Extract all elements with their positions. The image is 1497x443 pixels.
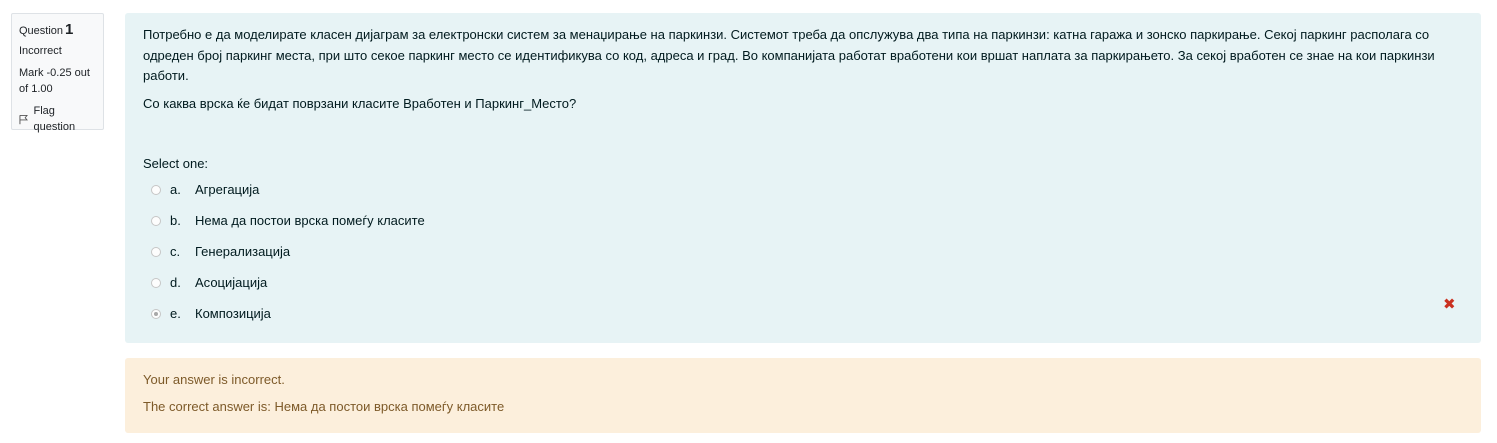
option-letter: c.: [170, 244, 181, 260]
answer-options: a. Агрегација b. Нема да постои врска по…: [151, 175, 425, 330]
option-letter: e.: [170, 306, 181, 322]
option-label: Асоцијација: [195, 275, 268, 291]
question-text-scenario: Потребно е да моделирате класен дијаграм…: [143, 27, 1435, 83]
flag-icon: [19, 114, 28, 124]
question-label: Question: [19, 25, 64, 37]
question-formulation: Потребно е да моделирате класен дијаграм…: [125, 13, 1481, 343]
flag-question-label: Flag question: [33, 105, 76, 133]
incorrect-feedback: Your answer is incorrect.: [143, 372, 285, 387]
radio-c[interactable]: [151, 246, 161, 257]
option-letter: d.: [170, 275, 181, 291]
option-letter: a.: [170, 182, 181, 198]
question-number: Question 1: [19, 22, 96, 39]
select-one-prompt: Select one:: [143, 156, 209, 171]
question-state: Incorrect: [19, 45, 62, 57]
option-label: Композиција: [195, 306, 271, 322]
radio-b[interactable]: [151, 215, 161, 226]
answer-option-e[interactable]: e. Композиција: [151, 299, 425, 330]
question-info-panel: Question 1 Incorrect Mark -0.25 out of 1.…: [11, 13, 104, 133]
question-text: Потребно е да моделирате класен дијаграм…: [143, 25, 1463, 114]
option-label: Агрегација: [195, 182, 260, 198]
option-label: Нема да постои врска помеѓу класите: [195, 213, 425, 229]
answer-option-b[interactable]: b. Нема да постои врска помеѓу класите: [151, 206, 425, 237]
question-number-value: 1: [65, 21, 74, 38]
option-label: Генерализација: [195, 244, 291, 260]
radio-a[interactable]: [151, 184, 161, 195]
radio-e[interactable]: [151, 308, 161, 319]
incorrect-icon: ✖: [1443, 296, 1456, 313]
radio-d[interactable]: [151, 277, 161, 288]
option-letter: b.: [170, 213, 181, 229]
answer-option-d[interactable]: d. Асоцијација: [151, 268, 425, 299]
flag-question-button[interactable]: Flag question: [19, 103, 96, 135]
answer-option-a[interactable]: a. Агрегација: [151, 175, 425, 206]
answer-option-c[interactable]: c. Генерализација: [151, 237, 425, 268]
question-grade: Mark -0.25 out of 1.00: [19, 67, 90, 95]
correct-answer: The correct answer is: Нема да постои вр…: [143, 399, 505, 414]
answer-feedback: Your answer is incorrect. The correct an…: [125, 358, 1481, 433]
question-text-ask: Со каква врска ќе бидат поврзани класите…: [143, 95, 577, 111]
